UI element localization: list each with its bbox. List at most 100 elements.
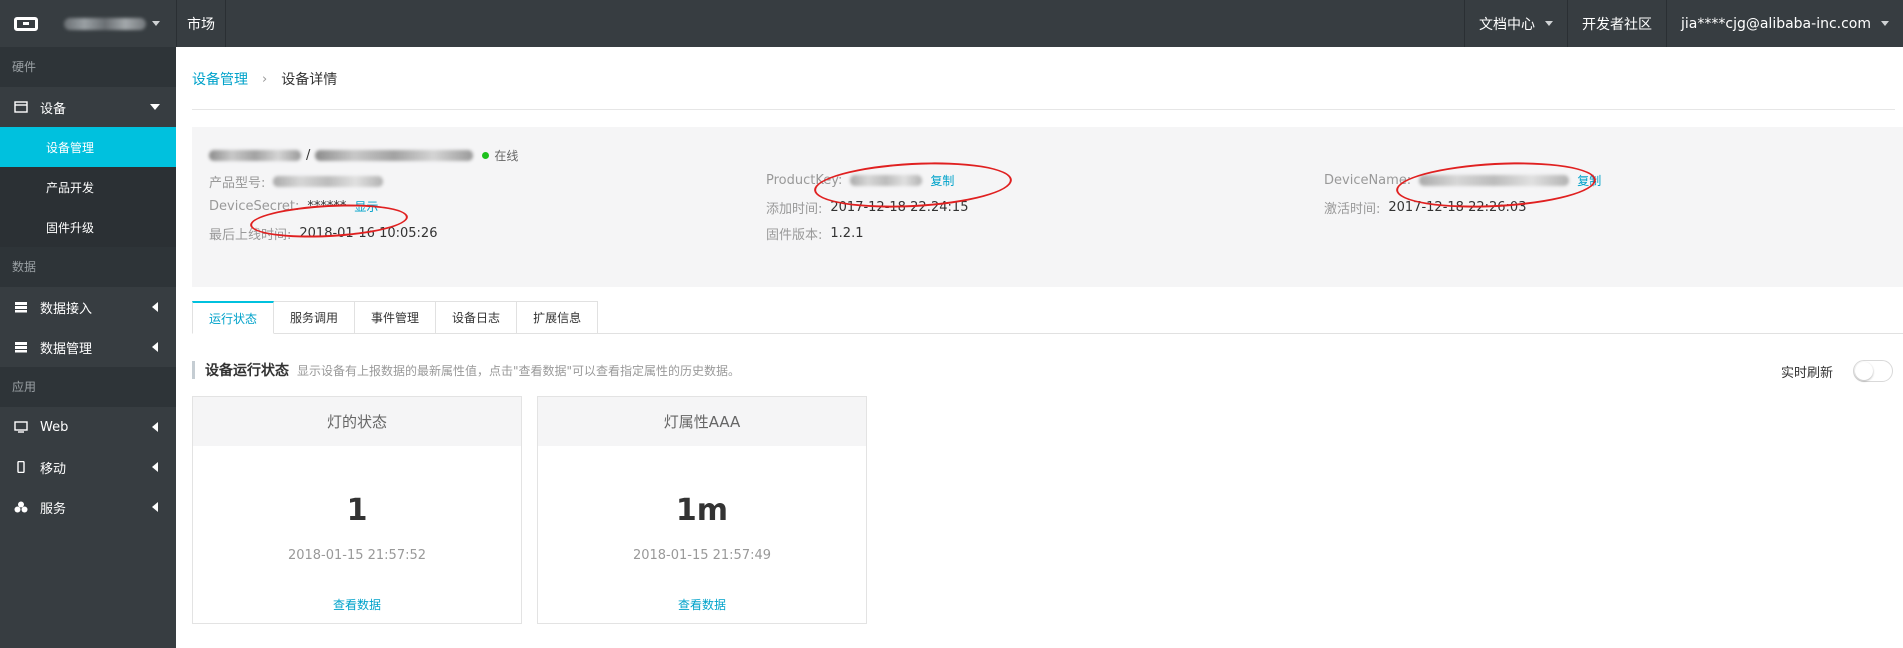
realtime-refresh-toggle[interactable] <box>1853 360 1893 382</box>
section-header: 设备运行状态 显示设备有上报数据的最新属性值，点击"查看数据"可以查看指定属性的… <box>192 361 740 379</box>
sidebar-item-data-manage[interactable]: 数据管理 <box>0 327 176 367</box>
docs-center-label: 文档中心 <box>1479 16 1536 33</box>
breadcrumb-separator: › <box>262 71 268 87</box>
tab-service-call[interactable]: 服务调用 <box>274 301 356 334</box>
status-badge: 在线 <box>494 149 519 163</box>
field-label: 固件版本: <box>766 228 823 243</box>
field-label: 产品型号: <box>209 176 266 191</box>
breadcrumb-current: 设备详情 <box>281 72 338 88</box>
activated-time-field: 激活时间: 2017-12-18 22:26:03 <box>1324 198 1526 217</box>
sidebar: 硬件 设备 设备管理 产品开发 固件升级 数据 数据接入 数据管理 应用 Web… <box>0 47 176 648</box>
caret-left-icon <box>152 342 158 352</box>
main-content: 设备管理 › 设备详情 / 在线 产品型号: DeviceSecret: ***… <box>176 47 1903 648</box>
top-navbar: 市场 文档中心 开发者社区 jia****cjg@alibaba-inc.com <box>0 0 1903 47</box>
redacted-model <box>273 176 384 187</box>
chevron-down-icon <box>1881 21 1889 26</box>
database-icon <box>15 342 27 353</box>
field-value: 2017-12-18 22:26:03 <box>1388 200 1527 215</box>
docs-center-menu[interactable]: 文档中心 <box>1464 0 1567 47</box>
chevron-down-icon <box>1545 21 1554 26</box>
database-icon <box>15 302 27 313</box>
field-label: DeviceName: <box>1324 173 1412 188</box>
field-label: 添加时间: <box>766 202 823 217</box>
field-label: 最后上线时间: <box>209 228 292 243</box>
added-time-field: 添加时间: 2017-12-18 22:24:15 <box>766 198 968 217</box>
redacted-device-name <box>315 150 474 161</box>
sidebar-item-product-dev[interactable]: 产品开发 <box>0 167 176 207</box>
sidebar-item-data-access[interactable]: 数据接入 <box>0 287 176 327</box>
redacted-product-name <box>209 150 301 161</box>
monitor-icon <box>14 421 28 433</box>
property-value: 1m <box>675 493 729 528</box>
property-timestamp: 2018-01-15 21:57:49 <box>632 548 772 563</box>
last-online-field: 最后上线时间: 2018-01-16 10:05:26 <box>209 224 437 243</box>
device-title: / 在线 <box>209 147 518 164</box>
field-label: 激活时间: <box>1324 202 1381 217</box>
window-icon <box>14 101 28 113</box>
show-secret-link[interactable]: 显示 <box>354 198 378 215</box>
caret-left-icon <box>152 422 158 432</box>
caret-down-icon <box>150 104 160 110</box>
property-name: 灯属性AAA <box>538 397 866 446</box>
sidebar-section-data: 数据 <box>0 247 176 287</box>
cubes-icon <box>14 501 28 513</box>
property-timestamp: 2018-01-15 21:57:52 <box>287 548 427 563</box>
sidebar-section-app: 应用 <box>0 367 176 407</box>
user-account: jia****cjg@alibaba-inc.com <box>1681 15 1871 32</box>
console-switcher[interactable] <box>64 0 172 47</box>
caret-left-icon <box>152 462 158 472</box>
caret-left-icon <box>152 302 158 312</box>
tab-device-log[interactable]: 设备日志 <box>436 301 518 334</box>
product-model-field: 产品型号: <box>209 172 384 191</box>
copy-devicename-link[interactable]: 复制 <box>1577 172 1601 189</box>
copy-productkey-link[interactable]: 复制 <box>930 172 954 189</box>
tab-event-manage[interactable]: 事件管理 <box>355 301 437 334</box>
property-card: 灯的状态 1 2018-01-15 21:57:52 查看数据 <box>192 396 522 624</box>
field-value: 2018-01-16 10:05:26 <box>299 226 438 241</box>
market-link[interactable]: 市场 <box>176 0 226 47</box>
redacted-productkey <box>850 175 923 186</box>
device-secret-value: ****** <box>307 199 347 214</box>
divider <box>192 109 1895 110</box>
sidebar-item-label: 移动 <box>40 461 67 477</box>
title-separator: / <box>306 148 311 163</box>
sidebar-item-device[interactable]: 设备 <box>0 87 176 127</box>
sidebar-item-service[interactable]: 服务 <box>0 487 176 527</box>
property-name: 灯的状态 <box>193 397 521 446</box>
sidebar-item-firmware[interactable]: 固件升级 <box>0 207 176 247</box>
sidebar-item-label: Web <box>40 419 69 435</box>
view-data-link[interactable]: 查看数据 <box>193 596 521 613</box>
sidebar-item-label: 设备 <box>40 101 67 117</box>
refresh-label: 实时刷新 <box>1780 365 1833 381</box>
field-value: 1.2.1 <box>830 226 864 241</box>
view-data-link[interactable]: 查看数据 <box>538 596 866 613</box>
devicename-field: DeviceName: 复制 <box>1324 172 1601 189</box>
tab-bar: 运行状态 服务调用 事件管理 设备日志 扩展信息 <box>192 301 599 334</box>
mobile-phone-icon <box>17 461 25 473</box>
field-label: DeviceSecret: <box>209 199 300 214</box>
redacted-devicename <box>1419 175 1570 186</box>
aliyun-logo-icon[interactable] <box>0 0 52 47</box>
device-secret-field: DeviceSecret: ****** 显示 <box>209 198 378 215</box>
community-label: 开发者社区 <box>1582 16 1653 33</box>
property-card: 灯属性AAA 1m 2018-01-15 21:57:49 查看数据 <box>537 396 867 624</box>
tab-running-status[interactable]: 运行状态 <box>192 301 275 334</box>
user-menu[interactable]: jia****cjg@alibaba-inc.com <box>1666 0 1903 47</box>
caret-left-icon <box>152 502 158 512</box>
sidebar-item-web[interactable]: Web <box>0 407 176 447</box>
productkey-field: ProductKey: 复制 <box>766 172 954 189</box>
sidebar-item-label: 数据接入 <box>40 301 93 317</box>
sidebar-section-hardware: 硬件 <box>0 47 176 87</box>
sidebar-item-mobile[interactable]: 移动 <box>0 447 176 487</box>
field-label: ProductKey: <box>766 173 843 188</box>
developer-community-link[interactable]: 开发者社区 <box>1567 0 1666 47</box>
realtime-refresh: 实时刷新 <box>1781 360 1893 382</box>
sidebar-item-label: 服务 <box>40 501 67 517</box>
section-description: 显示设备有上报数据的最新属性值，点击"查看数据"可以查看指定属性的历史数据。 <box>297 363 741 378</box>
device-info-panel: / 在线 产品型号: DeviceSecret: ****** 显示 最后上线时… <box>192 127 1903 287</box>
tab-extended-info[interactable]: 扩展信息 <box>517 301 599 334</box>
sidebar-item-device-manage[interactable]: 设备管理 <box>0 127 176 167</box>
breadcrumb-device-manage[interactable]: 设备管理 <box>192 69 248 89</box>
section-title: 设备运行状态 <box>205 363 289 379</box>
breadcrumb: 设备管理 › 设备详情 <box>192 69 337 89</box>
